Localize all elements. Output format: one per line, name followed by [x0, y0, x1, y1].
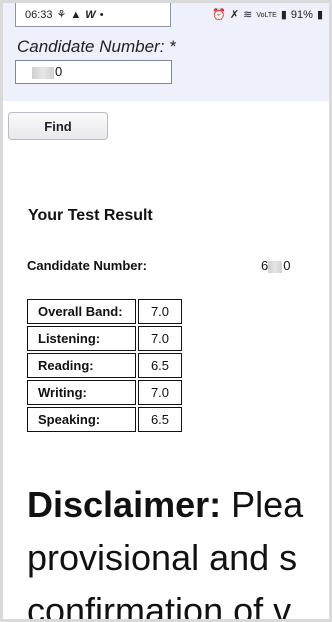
status-bar: 06:33 ⚘ ▲ W • ⏰ ✗ ≋ VoLTE ▮ 91% ▮	[3, 3, 329, 27]
score-value: 7.0	[138, 299, 182, 324]
battery-percent: 91%	[290, 8, 313, 21]
result-candidate-value-prefix: 6	[261, 258, 269, 273]
volte-icon: VoLTE	[256, 11, 277, 19]
score-label: Writing:	[27, 380, 136, 405]
score-label: Listening:	[27, 326, 136, 351]
result-candidate-value-suffix: 0	[283, 258, 291, 273]
w-app-icon: W	[85, 8, 96, 21]
alarm-icon: ⏰	[212, 8, 226, 21]
disclaimer-line3: confirmation of v	[27, 590, 292, 619]
table-row: Reading: 6.5	[27, 353, 182, 378]
table-row: Writing: 7.0	[27, 380, 182, 405]
score-value: 7.0	[138, 326, 182, 351]
table-row: Speaking: 6.5	[27, 407, 182, 432]
candidate-number-input-value: 0	[55, 64, 63, 79]
score-value: 6.5	[138, 353, 182, 378]
table-row: Overall Band: 7.0	[27, 299, 182, 324]
dot-icon: •	[99, 8, 104, 21]
table-row: Listening: 7.0	[27, 326, 182, 351]
disclaimer-heading: Disclaimer:	[27, 484, 222, 525]
score-table: Overall Band: 7.0 Listening: 7.0 Reading…	[25, 297, 184, 434]
signal-icon: ▮	[280, 8, 287, 21]
result-candidate-value: 60	[261, 258, 290, 273]
result-candidate-label: Candidate Number:	[27, 258, 147, 273]
navigation-icon: ▲	[70, 8, 82, 21]
score-label: Reading:	[27, 353, 136, 378]
disclaimer-text: Disclaimer: Plea provisional and s confi…	[27, 478, 329, 619]
battery-icon: ▮	[316, 8, 323, 21]
clock: 06:33	[25, 8, 53, 21]
disclaimer-line2: provisional and s	[27, 537, 298, 578]
wifi-icon: ≋	[243, 8, 253, 21]
redacted-digits	[32, 66, 54, 79]
screen: Candidate Number: * 0 06:33 ⚘ ▲ W • ⏰ ✗ …	[3, 3, 329, 619]
result-title: Your Test Result	[28, 207, 153, 224]
score-value: 6.5	[138, 407, 182, 432]
score-label: Speaking:	[27, 407, 136, 432]
redacted-digits	[268, 260, 283, 273]
find-button[interactable]: Find	[8, 112, 108, 140]
mute-icon: ✗	[229, 8, 240, 21]
candidate-number-input[interactable]: 0	[15, 60, 172, 84]
disclaimer-line1: Plea	[231, 484, 304, 525]
candidate-number-label: Candidate Number: *	[17, 37, 176, 56]
score-label: Overall Band:	[27, 299, 136, 324]
usb-icon: ⚘	[56, 8, 67, 21]
score-value: 7.0	[138, 380, 182, 405]
